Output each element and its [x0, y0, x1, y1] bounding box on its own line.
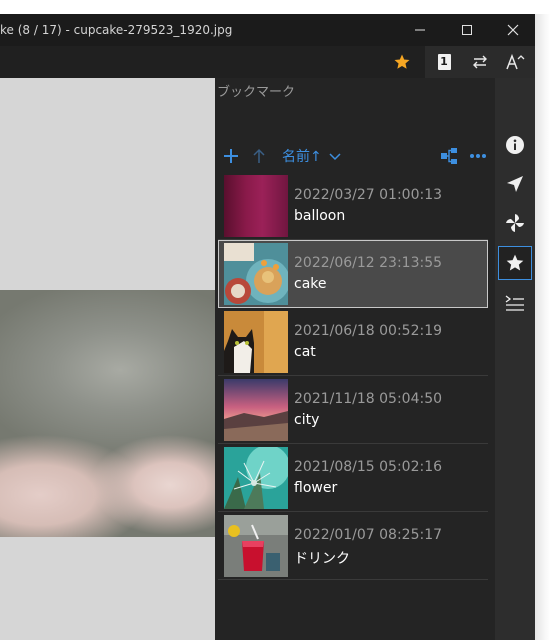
sort-dropdown[interactable]: 名前↑ [282, 144, 342, 168]
item-name: balloon [294, 208, 346, 224]
maximize-button[interactable] [444, 14, 490, 46]
effect-button[interactable] [498, 206, 532, 240]
window-shadow [535, 14, 550, 640]
info-button[interactable] [498, 128, 532, 162]
thumbnail [224, 447, 288, 509]
navigate-icon [507, 176, 523, 192]
share-tree-icon [441, 148, 457, 164]
thumbnail [224, 175, 288, 237]
pinwheel-icon [506, 214, 524, 232]
sort-label: 名前↑ [282, 149, 322, 165]
close-icon [507, 24, 519, 36]
right-sidebar [495, 78, 535, 640]
minimize-icon [415, 29, 425, 31]
item-date: 2021/11/18 05:04:50 [294, 391, 443, 407]
item-date: 2021/08/15 05:02:16 [294, 459, 443, 475]
more-dots-icon [470, 154, 486, 158]
item-date: 2022/06/12 23:13:55 [294, 255, 443, 271]
add-bookmark-button[interactable] [223, 144, 239, 168]
bookmark-star-icon [506, 254, 524, 271]
item-name: cake [294, 276, 327, 292]
item-date: 2022/01/07 08:25:17 [294, 527, 443, 543]
item-name: cat [294, 344, 316, 360]
star-icon [394, 54, 410, 69]
list-item[interactable]: 2021/08/15 05:02:16 flower [218, 444, 488, 512]
bookmark-toggle-button[interactable] [386, 46, 418, 78]
info-icon [506, 136, 524, 154]
up-folder-button[interactable] [251, 144, 267, 168]
list-item[interactable]: 2021/06/18 00:52:19 cat [218, 308, 488, 376]
arrow-up-icon [253, 148, 265, 163]
thumbnail [224, 311, 288, 373]
list-item[interactable]: 2022/01/07 08:25:17 ドリンク [218, 512, 488, 580]
history-button[interactable] [498, 286, 532, 320]
thumbnail [224, 515, 288, 577]
more-options-button[interactable] [469, 144, 487, 168]
plus-icon [224, 149, 238, 163]
share-button[interactable] [440, 144, 458, 168]
navigator-button[interactable] [498, 167, 532, 201]
displayed-photo [0, 290, 215, 537]
bookmark-panel: ブックマーク 名前↑ 2022/03/27 01:00:13 balloon 2… [215, 78, 495, 640]
item-date: 2022/03/27 01:00:13 [294, 187, 443, 203]
image-viewer[interactable] [0, 78, 215, 640]
item-name: flower [294, 480, 338, 496]
history-list-icon [505, 295, 524, 311]
window-title: ke (8 / 17) - cupcake-279523_1920.jpg [0, 23, 233, 37]
direction-button[interactable] [464, 46, 496, 78]
page-number-badge: 1 [437, 54, 451, 70]
thumbnail [224, 379, 288, 441]
list-item[interactable]: 2022/03/27 01:00:13 balloon [218, 172, 488, 240]
panel-title: ブックマーク [217, 85, 296, 100]
title-bar: ke (8 / 17) - cupcake-279523_1920.jpg [0, 14, 535, 46]
toolbar: 1 [0, 46, 535, 78]
item-name: city [294, 412, 320, 428]
text-size-icon [506, 53, 525, 70]
list-item[interactable]: 2022/06/12 23:13:55 cake [218, 240, 488, 308]
chevron-down-icon [329, 153, 341, 161]
font-size-button[interactable] [499, 46, 531, 78]
bookmark-panel-button[interactable] [498, 246, 532, 280]
thumbnail [224, 243, 288, 305]
swap-arrows-icon [473, 55, 487, 69]
address-bar[interactable] [0, 46, 425, 78]
app-window: ke (8 / 17) - cupcake-279523_1920.jpg 1 [0, 14, 535, 640]
list-item[interactable]: 2021/11/18 05:04:50 city [218, 376, 488, 444]
maximize-icon [462, 25, 472, 35]
page-mode-button[interactable]: 1 [428, 46, 460, 78]
item-date: 2021/06/18 00:52:19 [294, 323, 443, 339]
bookmark-list: 2022/03/27 01:00:13 balloon 2022/06/12 2… [218, 172, 488, 580]
item-name: ドリンク [294, 551, 350, 567]
close-button[interactable] [490, 14, 535, 46]
minimize-button[interactable] [397, 14, 443, 46]
